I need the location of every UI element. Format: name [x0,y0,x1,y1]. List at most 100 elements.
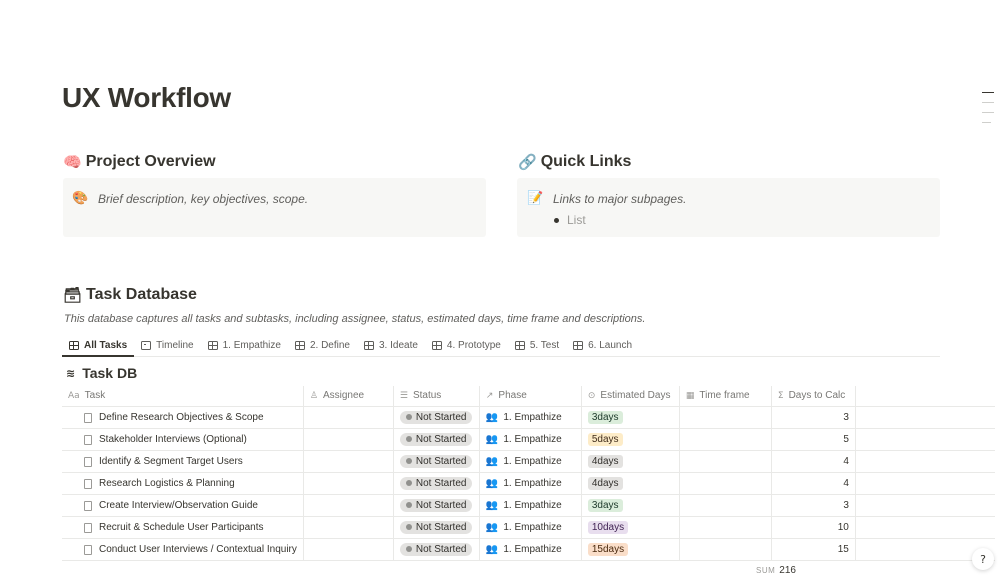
assignee-cell[interactable] [303,406,394,429]
phase-link[interactable]: 👥 1. Empathize [486,478,562,489]
card-file-box-icon: 🗃 [63,286,83,304]
task-cell[interactable]: Stakeholder Interviews (Optional) [62,428,304,451]
estimated-days-cell[interactable]: 10days [581,516,680,539]
column-header-assignee[interactable]: ♙ Assignee [303,386,394,407]
days-to-calc-cell[interactable]: 4 [771,472,856,495]
status-icon: ☰ [399,391,408,402]
phase-cell[interactable]: 👥 1. Empathize [479,450,582,473]
days-to-calc-cell[interactable]: 10 [771,516,856,539]
time-frame-cell[interactable] [679,472,772,495]
tab-prototype[interactable]: 4. Prototype [425,335,508,356]
sum-footer[interactable]: SUM 216 [756,565,796,576]
table-row[interactable]: Stakeholder Interviews (Optional) Not Sta… [62,428,996,451]
task-cell[interactable]: Conduct User Interviews / Contextual Inq… [62,538,304,561]
phase-cell[interactable]: 👥 1. Empathize [479,472,582,495]
assignee-cell[interactable] [303,516,394,539]
tab-define[interactable]: 2. Define [288,335,357,356]
phase-link[interactable]: 👥 1. Empathize [486,456,562,467]
phase-cell[interactable]: 👥 1. Empathize [479,494,582,517]
brain-icon: 🧠 [63,153,82,171]
task-cell[interactable]: Define Research Objectives & Scope [62,406,304,429]
phase-link[interactable]: 👥 1. Empathize [486,412,562,423]
help-button[interactable]: ? [972,548,994,570]
assignee-cell[interactable] [303,494,394,517]
phase-cell[interactable]: 👥 1. Empathize [479,428,582,451]
table-row[interactable]: Create Interview/Observation Guide Not St… [62,494,996,517]
phase-cell[interactable]: 👥 1. Empathize [479,406,582,429]
task-cell[interactable]: Recruit & Schedule User Participants [62,516,304,539]
estimated-days-cell[interactable]: 5days [581,428,680,451]
tab-empathize[interactable]: 1. Empathize [201,335,288,356]
status-cell[interactable]: Not Started [393,450,480,473]
people-icon: 👥 [485,477,499,489]
assignee-cell[interactable] [303,428,394,451]
status-cell[interactable]: Not Started [393,472,480,495]
column-header-estimated-days[interactable]: ⊙ Estimated Days [581,386,680,407]
assignee-cell[interactable] [303,538,394,561]
days-to-calc-cell[interactable]: 3 [771,494,856,517]
project-overview-callout[interactable] [63,178,486,237]
tab-launch[interactable]: 6. Launch [566,335,639,356]
phase-cell[interactable]: 👥 1. Empathize [479,538,582,561]
tab-test[interactable]: 5. Test [508,335,566,356]
column-header-time-frame[interactable]: ▦ Time frame [679,386,772,407]
phase-link[interactable]: 👥 1. Empathize [486,522,562,533]
estimated-days-cell[interactable]: 4days [581,450,680,473]
database-title[interactable]: ≋ Task DB [66,365,137,381]
days-to-calc-cell[interactable]: 3 [771,406,856,429]
task-cell[interactable]: Identify & Segment Target Users [62,450,304,473]
days-to-calc-cell[interactable]: 5 [771,428,856,451]
days-to-calc-cell[interactable]: 4 [771,450,856,473]
estimated-days-cell[interactable]: 4days [581,472,680,495]
page-icon [84,500,92,511]
status-cell[interactable]: Not Started [393,538,480,561]
tab-ideate[interactable]: 3. Ideate [357,335,425,356]
status-cell[interactable]: Not Started [393,428,480,451]
tab-label: 2. Define [309,340,350,351]
quick-links-callout-text: Links to major subpages. [553,191,687,206]
assignee-cell[interactable] [303,450,394,473]
status-badge: Not Started [399,498,473,512]
column-label: Phase [498,390,527,402]
column-header-days-to-calc[interactable]: Σ Days to Calc [771,386,856,407]
phase-cell[interactable]: 👥 1. Empathize [479,516,582,539]
table-row[interactable]: Recruit & Schedule User Participants Not … [62,516,996,539]
estimated-days-cell[interactable]: 15days [581,538,680,561]
status-cell[interactable]: Not Started [393,406,480,429]
quick-links-list-item[interactable]: List [554,213,586,227]
assignee-cell[interactable] [303,472,394,495]
phase-link[interactable]: 👥 1. Empathize [486,544,562,555]
column-header-task[interactable]: Aa Task [62,386,304,407]
table-row[interactable]: Define Research Objectives & Scope Not St… [62,406,996,429]
page-outline[interactable] [982,92,994,132]
days-to-calc-cell[interactable]: 15 [771,538,856,561]
table-row[interactable]: Conduct User Interviews / Contextual Inq… [62,538,996,561]
table-row[interactable]: Identify & Segment Target Users Not Start… [62,450,996,473]
column-header-phase[interactable]: ↗ Phase [479,386,582,407]
column-header-status[interactable]: ☰ Status [393,386,480,407]
status-text: Not Started [415,499,467,511]
calendar-icon: ▦ [685,391,695,402]
quick-links-callout[interactable] [517,178,940,237]
phase-text: 1. Empathize [503,521,562,533]
table-icon [514,341,525,350]
tab-all-tasks[interactable]: All Tasks [62,335,135,357]
estimated-days-cell[interactable]: 3days [581,494,680,517]
tab-timeline[interactable]: Timeline [134,335,200,356]
estimated-days-cell[interactable]: 3days [581,406,680,429]
people-icon: 👥 [485,411,499,423]
time-frame-cell[interactable] [679,450,772,473]
task-cell[interactable]: Create Interview/Observation Guide [62,494,304,517]
time-frame-cell[interactable] [679,428,772,451]
time-frame-cell[interactable] [679,406,772,429]
table-row[interactable]: Research Logistics & Planning Not Started… [62,472,996,495]
status-cell[interactable]: Not Started [393,516,480,539]
time-frame-cell[interactable] [679,538,772,561]
time-frame-cell[interactable] [679,494,772,517]
time-frame-cell[interactable] [679,516,772,539]
phase-link[interactable]: 👥 1. Empathize [486,500,562,511]
status-cell[interactable]: Not Started [393,494,480,517]
phase-link[interactable]: 👥 1. Empathize [486,434,562,445]
page-title: UX Workflow [62,82,231,113]
task-cell[interactable]: Research Logistics & Planning [62,472,304,495]
